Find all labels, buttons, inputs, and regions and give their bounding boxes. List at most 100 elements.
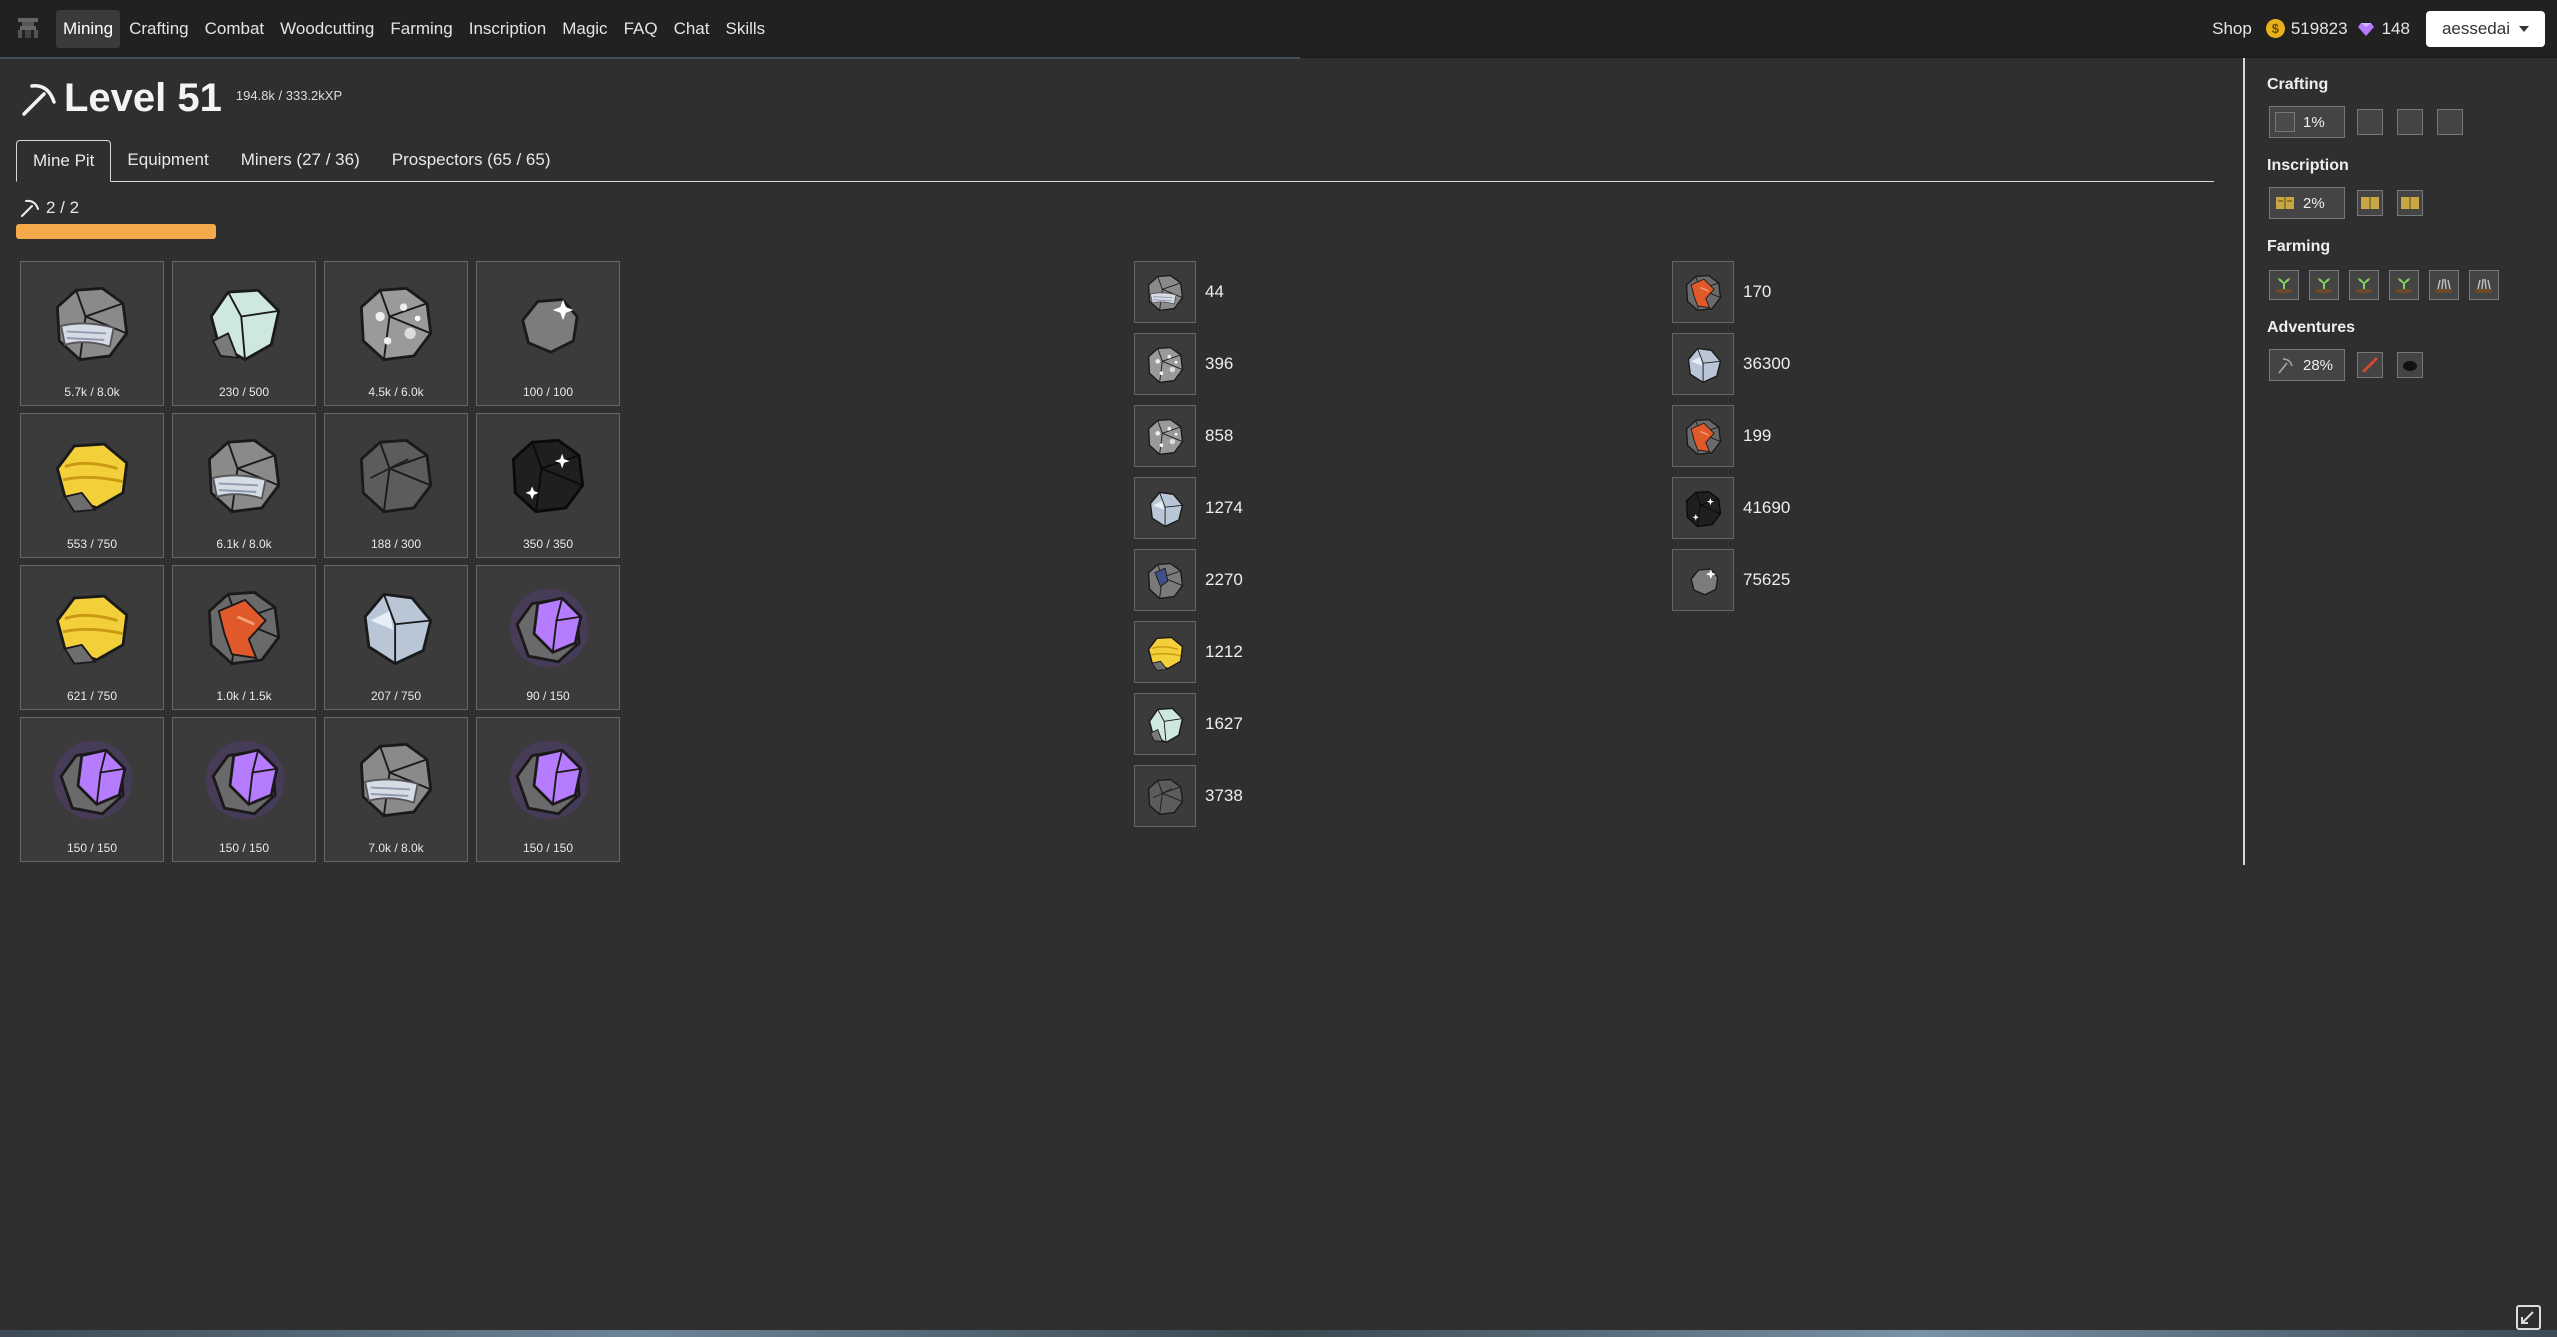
ore-node-capacity: 621 / 750 bbox=[66, 689, 118, 703]
shop-link[interactable]: Shop bbox=[2212, 19, 2252, 39]
gold-ore-icon[interactable] bbox=[1134, 621, 1196, 683]
inventory-item: 41690 bbox=[1672, 477, 1790, 539]
ore-node-capacity: 90 / 150 bbox=[526, 689, 570, 703]
username: aessedai bbox=[2441, 18, 2510, 38]
grey-sparkle-ore-icon bbox=[504, 279, 594, 369]
coal-ore-icon[interactable] bbox=[1672, 477, 1734, 539]
ore-node-capacity: 4.5k / 6.0k bbox=[368, 385, 424, 399]
inscription-queue-slot-1[interactable] bbox=[2357, 190, 2383, 216]
ore-node-amethyst[interactable]: 90 / 150 bbox=[476, 565, 620, 710]
inscription-queue-slot-2[interactable] bbox=[2397, 190, 2423, 216]
tab-mine-pit[interactable]: Mine Pit bbox=[16, 140, 112, 182]
adventures-title: Adventures bbox=[2267, 319, 2356, 336]
silver-stone-ore-icon bbox=[352, 735, 442, 825]
copper-small-ore-icon[interactable] bbox=[1672, 405, 1734, 467]
nav-item-farming[interactable]: Farming bbox=[383, 10, 459, 48]
nav-item-magic[interactable]: Magic bbox=[555, 10, 614, 48]
nav-item-combat[interactable]: Combat bbox=[198, 10, 272, 48]
inventory-count: 3738 bbox=[1205, 786, 1243, 805]
ore-node-amethyst[interactable]: 150 / 150 bbox=[476, 717, 620, 862]
main-content: Level 51 194.8k / 333.2kXP Mine Pit Equi… bbox=[0, 58, 2240, 1337]
coal-icon bbox=[2403, 361, 2417, 371]
nav-item-inscription[interactable]: Inscription bbox=[462, 10, 553, 48]
activity-sidebar: Crafting 1% Inscription 2% Farming Adven… bbox=[2243, 58, 2557, 865]
adventure-slot-1[interactable] bbox=[2357, 352, 2383, 378]
inscription-progress[interactable]: 2% bbox=[2269, 187, 2345, 219]
speckled-rock-ore-icon[interactable] bbox=[1134, 333, 1196, 395]
farm-plot-5[interactable] bbox=[2429, 270, 2459, 300]
crafting-progress[interactable]: 1% bbox=[2269, 106, 2345, 138]
nav-item-mining[interactable]: Mining bbox=[56, 9, 121, 48]
ore-node-capacity: 150 / 150 bbox=[66, 841, 118, 855]
ore-node-silver-stone[interactable]: 5.7k / 8.0k bbox=[20, 261, 164, 406]
nav-item-woodcutting[interactable]: Woodcutting bbox=[273, 10, 381, 48]
dark-rock-ore-icon[interactable] bbox=[1134, 765, 1196, 827]
farm-plot-2[interactable] bbox=[2309, 270, 2339, 300]
pale-shard-ore-icon[interactable] bbox=[1134, 477, 1196, 539]
ore-node-gold[interactable]: 553 / 750 bbox=[20, 413, 164, 558]
ore-node-copper[interactable]: 1.0k / 1.5k bbox=[172, 565, 316, 710]
ore-node-capacity: 7.0k / 8.0k bbox=[368, 841, 424, 855]
ore-node-amethyst[interactable]: 150 / 150 bbox=[20, 717, 164, 862]
ore-node-capacity: 5.7k / 8.0k bbox=[64, 385, 120, 399]
inventory-item: 396 bbox=[1134, 333, 1243, 395]
farm-plot-1[interactable] bbox=[2269, 270, 2299, 300]
nav-right: Shop $ 519823 148 aessedai bbox=[2212, 0, 2545, 57]
logo-icon[interactable] bbox=[14, 14, 42, 42]
ore-node-coal[interactable]: 350 / 350 bbox=[476, 413, 620, 558]
inventory-item: 2270 bbox=[1134, 549, 1243, 611]
ore-node-silver-stone[interactable]: 6.1k / 8.0k bbox=[172, 413, 316, 558]
crop-icon bbox=[2476, 278, 2492, 293]
gold-coin-icon: $ bbox=[2265, 19, 2285, 38]
user-menu-button[interactable]: aessedai bbox=[2425, 10, 2545, 47]
ore-node-amethyst[interactable]: 150 / 150 bbox=[172, 717, 316, 862]
tab-miners[interactable]: Miners (27 / 36) bbox=[225, 140, 376, 180]
inventory-item: 75625 bbox=[1672, 549, 1790, 611]
crafting-queue-slot-2[interactable] bbox=[2397, 109, 2423, 135]
grey-dust-ore-icon[interactable] bbox=[1672, 549, 1734, 611]
ore-node-mithril[interactable]: 207 / 750 bbox=[324, 565, 468, 710]
adventure-progress[interactable]: 28% bbox=[2269, 349, 2345, 381]
ore-inventory-right: 170 36300 199 41690 75625 bbox=[1672, 261, 1790, 621]
caret-down-icon bbox=[2519, 25, 2529, 32]
ore-node-grey-sparkle[interactable]: 100 / 100 bbox=[476, 261, 620, 406]
ore-inventory-left: 44 396 858 1274 2270 1212 1627 3738 bbox=[1134, 261, 1243, 837]
inventory-item: 44 bbox=[1134, 261, 1243, 323]
crafting-pct: 1% bbox=[2303, 113, 2325, 131]
farm-plot-6[interactable] bbox=[2469, 270, 2499, 300]
nav-item-chat[interactable]: Chat bbox=[667, 10, 717, 48]
crop-icon bbox=[2436, 278, 2452, 293]
minimize-panel-icon[interactable] bbox=[2516, 1305, 2541, 1330]
tab-prospectors[interactable]: Prospectors (65 / 65) bbox=[376, 140, 567, 180]
stone-ore-icon[interactable] bbox=[1134, 261, 1196, 323]
tab-equipment[interactable]: Equipment bbox=[111, 140, 224, 180]
inventory-count: 396 bbox=[1205, 354, 1234, 373]
crafting-queue-slot-3[interactable] bbox=[2437, 109, 2463, 135]
crafting-queue-slot-1[interactable] bbox=[2357, 109, 2383, 135]
ore-node-silver-stone[interactable]: 7.0k / 8.0k bbox=[324, 717, 468, 862]
nav-item-skills[interactable]: Skills bbox=[719, 10, 773, 48]
adventure-slot-2[interactable] bbox=[2397, 352, 2423, 378]
nav-item-faq[interactable]: FAQ bbox=[617, 10, 665, 48]
sprout-icon bbox=[2356, 278, 2372, 293]
gold-ore-icon bbox=[48, 431, 138, 521]
pickaxe-small-icon bbox=[21, 199, 39, 217]
ore-node-speckled-rock[interactable]: 4.5k / 6.0k bbox=[324, 261, 468, 406]
ore-node-gold[interactable]: 621 / 750 bbox=[20, 565, 164, 710]
mithril-ore-icon bbox=[352, 583, 442, 673]
farm-plot-3[interactable] bbox=[2349, 270, 2379, 300]
ore-node-pale-crystal[interactable]: 230 / 500 bbox=[172, 261, 316, 406]
nav-item-crafting[interactable]: Crafting bbox=[122, 10, 196, 48]
blue-ore-ore-icon[interactable] bbox=[1134, 549, 1196, 611]
farm-plot-4[interactable] bbox=[2389, 270, 2419, 300]
ore-node-dark-rock[interactable]: 188 / 300 bbox=[324, 413, 468, 558]
mithril-ore-icon[interactable] bbox=[1672, 333, 1734, 395]
sparkle-rock-ore-icon[interactable] bbox=[1134, 405, 1196, 467]
copper-ore-icon[interactable] bbox=[1672, 261, 1734, 323]
pale-crystal-ore-icon[interactable] bbox=[1134, 693, 1196, 755]
amethyst-ore-icon bbox=[504, 735, 594, 825]
red-feather-icon bbox=[2362, 357, 2378, 373]
inventory-item: 1274 bbox=[1134, 477, 1243, 539]
inventory-item: 3738 bbox=[1134, 765, 1243, 827]
amethyst-ore-icon bbox=[504, 583, 594, 673]
